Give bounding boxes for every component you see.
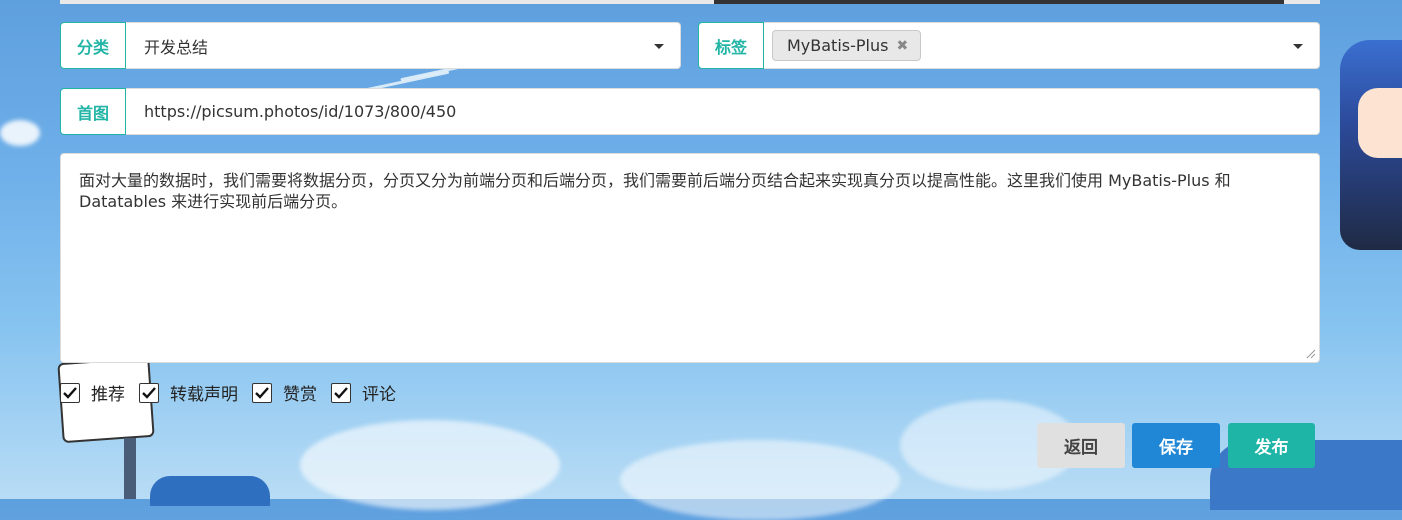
- tag-chip-label: MyBatis-Plus: [787, 36, 889, 55]
- option-appreciation[interactable]: 赞赏: [252, 380, 317, 405]
- cloud: [0, 120, 40, 146]
- category-select[interactable]: 开发总结: [126, 22, 681, 69]
- checkbox[interactable]: [331, 382, 351, 403]
- remove-tag-icon[interactable]: ✖: [896, 38, 908, 54]
- option-label: 转载声明: [170, 385, 238, 405]
- check-icon: [142, 386, 156, 399]
- description-textarea[interactable]: 面对大量的数据时，我们需要将数据分页，分页又分为前端分页和后端分页，我们需要前后…: [60, 153, 1320, 363]
- chevron-down-icon[interactable]: [1293, 43, 1303, 49]
- cover-label: 首图: [60, 88, 126, 135]
- tag-chip: MyBatis-Plus ✖: [772, 30, 922, 61]
- top-strip: [60, 0, 1320, 4]
- description-text: 面对大量的数据时，我们需要将数据分页，分页又分为前端分页和后端分页，我们需要前后…: [79, 171, 1231, 211]
- cover-url-input[interactable]: https://picsum.photos/id/1073/800/450: [126, 88, 1320, 135]
- option-reprint-notice[interactable]: 转载声明: [139, 380, 238, 405]
- cloud: [300, 420, 560, 510]
- back-button[interactable]: 返回: [1037, 423, 1125, 468]
- chevron-down-icon[interactable]: [654, 43, 664, 49]
- option-recommend[interactable]: 推荐: [60, 380, 125, 405]
- check-icon: [255, 386, 269, 399]
- mascot-pole: [124, 438, 136, 499]
- cloud: [620, 440, 900, 520]
- checkbox[interactable]: [139, 382, 159, 403]
- option-label: 评论: [362, 385, 396, 405]
- tags-select[interactable]: MyBatis-Plus ✖: [764, 22, 1320, 69]
- check-icon: [63, 386, 77, 399]
- option-label: 赞赏: [283, 385, 317, 405]
- cover-url-value: https://picsum.photos/id/1073/800/450: [144, 102, 457, 121]
- resize-grip-icon[interactable]: [1306, 349, 1316, 359]
- category-value: 开发总结: [144, 37, 209, 57]
- option-comments[interactable]: 评论: [331, 380, 396, 405]
- tags-field: 标签 MyBatis-Plus ✖: [698, 22, 1320, 69]
- checkbox[interactable]: [60, 382, 80, 403]
- publish-button[interactable]: 发布: [1228, 423, 1315, 468]
- tags-label: 标签: [698, 22, 764, 69]
- decor-blob: [150, 476, 270, 506]
- anime-character-face: [1358, 88, 1402, 158]
- options-group: 推荐 转载声明 赞赏 评论: [60, 380, 410, 405]
- save-button[interactable]: 保存: [1132, 423, 1220, 468]
- category-field: 分类 开发总结: [60, 22, 681, 69]
- category-label: 分类: [60, 22, 126, 69]
- check-icon: [334, 386, 348, 399]
- cover-field: 首图 https://picsum.photos/id/1073/800/450: [60, 88, 1320, 135]
- option-label: 推荐: [91, 385, 125, 405]
- checkbox[interactable]: [252, 382, 272, 403]
